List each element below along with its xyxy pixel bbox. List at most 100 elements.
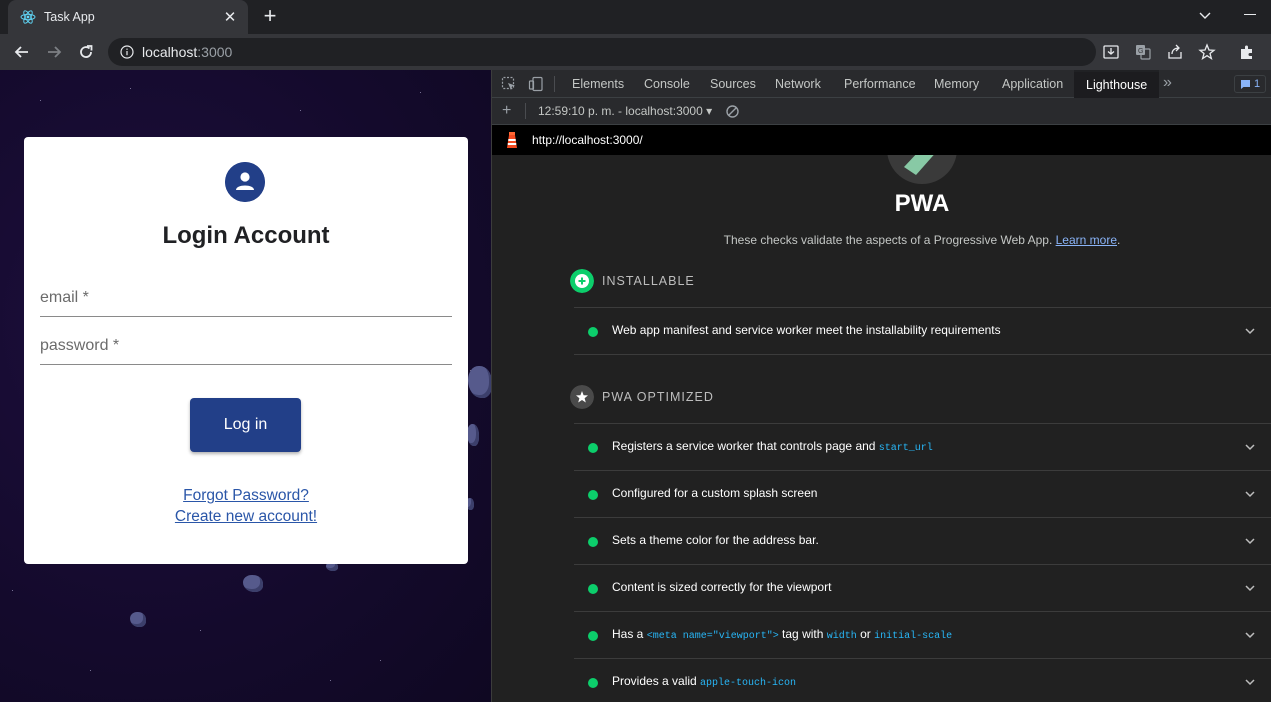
email-field[interactable]: email * [40, 287, 452, 317]
chevron-down-icon[interactable] [1244, 676, 1256, 688]
login-button[interactable]: Log in [190, 398, 301, 452]
tab-console[interactable]: Console [644, 70, 690, 98]
audit-code: apple-touch-icon [700, 678, 797, 689]
login-title: Login Account [162, 222, 330, 249]
description-text: These checks validate the aspects of a P… [723, 233, 1053, 247]
url-port: :3000 [197, 44, 233, 60]
toolbar-divider [525, 103, 526, 119]
report-selector[interactable]: 12:59:10 p. m. - localhost:3000 ▾ [538, 104, 712, 118]
toolbar-divider [554, 76, 555, 92]
audit-title: Web app manifest and service worker meet… [612, 323, 1001, 337]
inspect-element-icon[interactable] [501, 76, 517, 92]
audit-code: width [826, 631, 857, 642]
new-tab-icon[interactable]: + [259, 5, 281, 28]
lighthouse-url-bar: http://localhost:3000/ [492, 125, 1271, 155]
group-title-installable: INSTALLABLE [602, 274, 695, 288]
lighthouse-url[interactable]: http://localhost:3000/ [532, 133, 643, 147]
email-input[interactable] [40, 287, 452, 316]
bookmark-star-icon[interactable] [1198, 43, 1216, 61]
lighthouse-toolbar: + 12:59:10 p. m. - localhost:3000 ▾ [492, 98, 1271, 125]
audit-row[interactable]: Web app manifest and service worker meet… [574, 307, 1271, 354]
star [90, 670, 91, 671]
pass-indicator [588, 490, 598, 500]
chevron-down-icon[interactable] [1244, 582, 1256, 594]
create-account-link[interactable]: Create new account! [24, 508, 468, 526]
report-label: 12:59:10 p. m. - localhost:3000 [538, 104, 703, 118]
page-viewport: Login Account email * password * Log in … [0, 70, 491, 702]
tab-elements[interactable]: Elements [572, 70, 624, 98]
audit-row[interactable]: Registers a service worker that controls… [574, 423, 1271, 470]
star [40, 100, 41, 101]
forward-icon[interactable] [44, 42, 64, 62]
star [420, 92, 421, 93]
audit-row[interactable]: Configured for a custom splash screen [574, 470, 1271, 517]
audit-text-part: or [856, 627, 875, 641]
pass-indicator [588, 631, 598, 641]
issues-badge[interactable]: 1 [1234, 75, 1266, 93]
more-tabs-icon[interactable]: » [1163, 74, 1172, 92]
audit-code: <meta name="viewport"> [646, 631, 779, 642]
chevron-down-icon[interactable] [1244, 441, 1256, 453]
device-toolbar-icon[interactable] [528, 76, 544, 92]
clear-icon[interactable] [725, 104, 740, 119]
pass-indicator [588, 584, 598, 594]
audit-row[interactable]: Has a <meta name="viewport"> tag with wi… [574, 611, 1271, 658]
audit-title: Sets a theme color for the address bar. [612, 533, 819, 547]
back-icon[interactable] [12, 42, 32, 62]
extensions-puzzle-icon[interactable] [1238, 43, 1256, 61]
chevron-down-icon[interactable] [1196, 6, 1214, 24]
asteroid [467, 424, 479, 446]
pass-indicator [588, 443, 598, 453]
info-icon[interactable] [120, 45, 134, 59]
address-bar[interactable]: localhost :3000 [108, 38, 1096, 66]
chevron-down-icon[interactable] [1244, 488, 1256, 500]
pass-indicator [588, 537, 598, 547]
audit-title: Registers a service worker that controls… [612, 439, 933, 454]
installable-group-icon [570, 269, 594, 293]
minimize-icon[interactable] [1244, 14, 1256, 15]
translate-icon[interactable]: G [1134, 43, 1152, 61]
tab-network[interactable]: Network [775, 70, 821, 98]
audit-code: initial-scale [874, 631, 953, 642]
chevron-down-icon[interactable] [1244, 325, 1256, 337]
audit-text-part: Has a [612, 627, 647, 641]
message-icon [1240, 79, 1250, 89]
audit-row[interactable]: Sets a theme color for the address bar. [574, 517, 1271, 564]
tab-performance[interactable]: Performance [844, 70, 916, 98]
star [300, 110, 301, 111]
forgot-password-link[interactable]: Forgot Password? [24, 487, 468, 505]
audit-title: Configured for a custom splash screen [612, 486, 818, 500]
asteroid [130, 612, 146, 627]
audit-row[interactable]: Provides a valid apple-touch-icon [574, 658, 1271, 702]
audit-title: Has a <meta name="viewport"> tag with wi… [612, 627, 952, 642]
tab-application[interactable]: Application [1002, 70, 1063, 98]
chevron-down-icon[interactable] [1244, 629, 1256, 641]
browser-toolbar: localhost :3000 G [0, 34, 1271, 70]
share-icon[interactable] [1166, 43, 1184, 61]
chevron-down-icon[interactable] [1244, 535, 1256, 547]
svg-text:G: G [1138, 48, 1143, 55]
new-report-icon[interactable]: + [502, 102, 511, 120]
react-icon [20, 10, 36, 24]
tab-lighthouse[interactable]: Lighthouse [1074, 70, 1160, 98]
password-input[interactable] [40, 335, 452, 364]
learn-more-link[interactable]: Learn more [1056, 233, 1117, 247]
star [200, 630, 201, 631]
asteroid [468, 366, 491, 398]
reload-icon[interactable] [76, 42, 96, 62]
tab-sources[interactable]: Sources [710, 70, 756, 98]
pass-indicator [588, 327, 598, 337]
devtools-panel: Elements Console Sources Network Perform… [491, 70, 1271, 702]
browser-tab[interactable]: Task App ✕ [8, 0, 248, 34]
category-description: These checks validate the aspects of a P… [492, 233, 1271, 247]
install-icon[interactable] [1102, 43, 1120, 61]
tab-memory[interactable]: Memory [934, 70, 979, 98]
audit-text-part: Provides a valid [612, 674, 701, 688]
login-card: Login Account email * password * Log in … [24, 137, 468, 564]
audit-row[interactable]: Content is sized correctly for the viewp… [574, 564, 1271, 611]
star [330, 680, 331, 681]
tab-strip: Task App ✕ + [0, 0, 1271, 34]
password-field[interactable]: password * [40, 335, 452, 365]
pwa-badge-icon [887, 155, 957, 184]
close-tab-icon[interactable]: ✕ [222, 10, 238, 25]
